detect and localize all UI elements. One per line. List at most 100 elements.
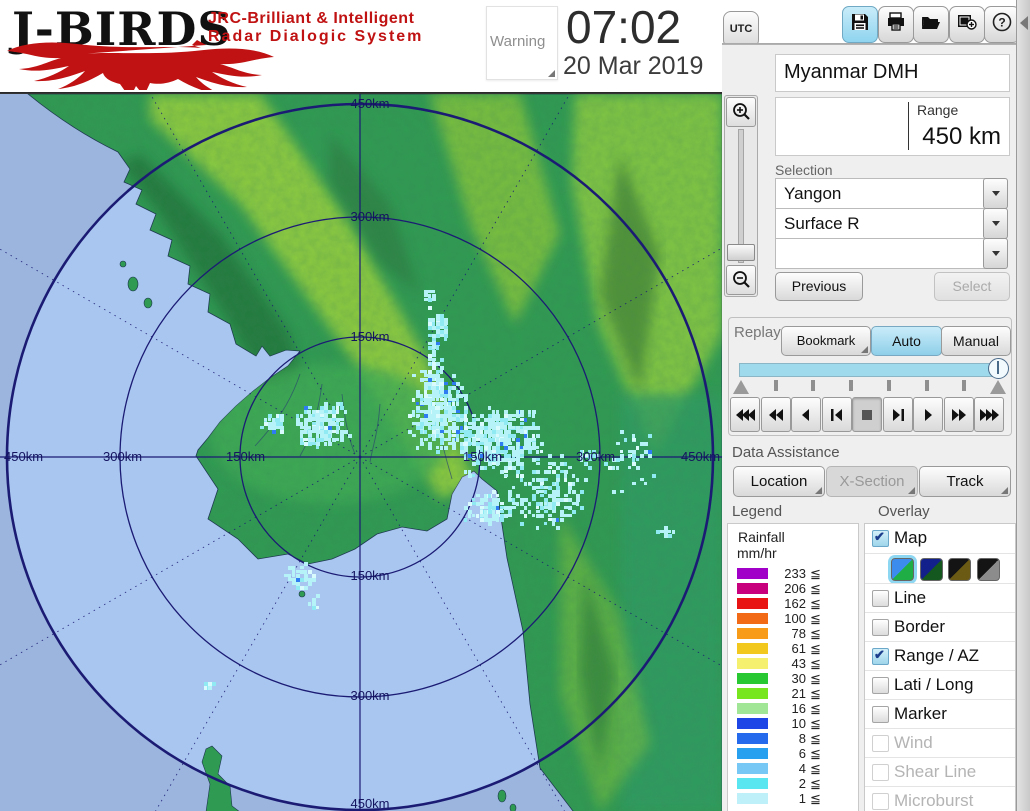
fast-rewind-button[interactable]	[730, 397, 760, 432]
play-forward-icon	[925, 408, 932, 421]
checkbox-line[interactable]	[872, 590, 889, 607]
legend-lte-symbol: ≦	[810, 626, 821, 641]
chevron-down-icon	[991, 191, 1000, 196]
overlay-item-label: Lati / Long	[894, 675, 974, 694]
legend-lte-symbol: ≦	[810, 746, 821, 761]
open-folder-button[interactable]	[913, 6, 950, 43]
fast-forward-icon	[951, 408, 966, 421]
station-name-box: Myanmar DMH	[775, 54, 1010, 92]
legend-row: 10 ≦	[728, 716, 858, 731]
save-button[interactable]	[842, 6, 878, 43]
legend-lte-symbol: ≦	[810, 776, 821, 791]
map-swatch-navy-darkgreen[interactable]	[919, 558, 943, 581]
zoom-in-button[interactable]	[726, 97, 756, 127]
map-swatch-black-grey[interactable]	[976, 558, 1000, 581]
selection-dropdown-2: Surface R	[775, 208, 1008, 239]
fast-forward-button[interactable]	[943, 397, 974, 432]
warning-panel[interactable]: Warning	[486, 6, 558, 80]
slider-end-marker[interactable]	[990, 380, 1006, 394]
range-box: Range 450 km	[775, 97, 1010, 156]
replay-slider-handle[interactable]	[988, 358, 1009, 379]
legend-color-swatch	[737, 793, 768, 804]
overlay-item-border: Border	[865, 612, 1015, 641]
zoom-slider-track[interactable]	[738, 129, 744, 263]
skip-to-end-button[interactable]	[882, 397, 913, 432]
checkbox-microburst[interactable]	[872, 793, 889, 810]
legend-lte-symbol: ≦	[810, 791, 821, 806]
zoom-out-button[interactable]	[726, 265, 756, 295]
x-section-button[interactable]: X-Section	[826, 466, 918, 497]
legend-row: 21 ≦	[728, 686, 858, 701]
overlay-item-map: Map	[865, 524, 1015, 552]
replay-slider-track[interactable]	[739, 363, 1000, 377]
legend-lte-symbol: ≦	[810, 686, 821, 701]
fastest-forward-button[interactable]	[974, 397, 1004, 432]
select-button[interactable]: Select	[934, 272, 1010, 301]
checkbox-map[interactable]	[872, 529, 889, 547]
legend-value: 21	[791, 686, 806, 701]
help-button[interactable]: ?	[984, 6, 1021, 43]
legend-color-swatch	[737, 778, 768, 789]
overlay-box: Map Line Border Range / AZ Lati / Long Marker…	[864, 523, 1016, 811]
dropdown-value-1[interactable]: Yangon	[775, 178, 993, 209]
ring-label-300-bottom: 300km	[350, 688, 389, 703]
map-swatch-blue-green[interactable]	[891, 558, 914, 581]
overlay-item-lati-long: Lati / Long	[865, 670, 1015, 699]
bookmark-button[interactable]: Bookmark	[781, 326, 871, 356]
panel-edge-strip[interactable]	[1016, 0, 1030, 811]
selection-label: Selection	[775, 162, 833, 178]
play-forward-button[interactable]	[913, 397, 943, 432]
zoom-slider-handle[interactable]	[727, 244, 755, 261]
replay-label: Replay	[734, 324, 781, 341]
legend-row: 100 ≦	[728, 611, 858, 626]
legend-quantity: Rainfall	[738, 529, 785, 545]
manual-button[interactable]: Manual	[941, 326, 1011, 356]
track-button[interactable]: Track	[919, 466, 1011, 497]
ring-label-150-top: 150km	[350, 329, 389, 344]
checkbox-wind[interactable]	[872, 735, 889, 752]
checkbox-marker[interactable]	[872, 706, 889, 723]
control-panel: Myanmar DMH Range 450 km Selection Yango…	[722, 44, 1016, 811]
dropdown-arrow-button-1[interactable]	[983, 178, 1008, 209]
legend-color-swatch	[737, 658, 768, 669]
play-backward-button[interactable]	[791, 397, 821, 432]
radar-map[interactable]: 450km 300km 150km 150km 300km 450km 450k…	[0, 0, 1030, 811]
slider-tick	[811, 380, 815, 391]
legend-lte-symbol: ≦	[810, 701, 821, 716]
auto-button[interactable]: Auto	[871, 326, 942, 356]
capture-button[interactable]	[948, 6, 985, 43]
checkbox-border[interactable]	[872, 619, 889, 636]
print-button[interactable]	[877, 6, 914, 43]
dropdown-value-3[interactable]	[775, 238, 993, 269]
print-icon	[885, 11, 907, 38]
dropdown-value-2[interactable]: Surface R	[775, 208, 993, 239]
dropdown-arrow-button-2[interactable]	[983, 208, 1008, 239]
legend-color-swatch	[737, 568, 768, 579]
rewind-button[interactable]	[760, 397, 791, 432]
legend-value: 78	[791, 626, 806, 641]
checkbox-lati-long[interactable]	[872, 677, 889, 694]
map-swatch-black-olive[interactable]	[948, 558, 971, 581]
legend-value: 2	[798, 776, 806, 791]
ring-label-300-top: 300km	[350, 209, 389, 224]
legend-value: 206	[784, 581, 806, 596]
stop-button[interactable]	[852, 397, 882, 432]
legend-color-swatch	[737, 718, 768, 729]
save-icon	[849, 11, 871, 38]
map-zoom-strip	[724, 95, 758, 297]
dropdown-arrow-button-3[interactable]	[983, 238, 1008, 269]
legend-value: 4	[798, 761, 806, 776]
legend-color-swatch	[737, 598, 768, 609]
legend-value: 61	[791, 641, 806, 656]
skip-to-start-button[interactable]	[821, 397, 852, 432]
checkbox-shear-line[interactable]	[872, 764, 889, 781]
collapse-arrow-icon[interactable]	[1020, 16, 1028, 30]
checkbox-range-az[interactable]	[872, 647, 889, 665]
overlay-item-label: Border	[894, 617, 946, 636]
location-button[interactable]: Location	[733, 466, 825, 497]
slider-start-marker[interactable]	[733, 380, 749, 394]
legend-box: Rainfall mm/hr 233 ≦ 206 ≦ 162 ≦ 100 ≦ 78 ≦ 61 ≦ 43 ≦…	[727, 523, 859, 811]
selection-dropdown-3	[775, 238, 1008, 269]
legend-row: 206 ≦	[728, 581, 858, 596]
previous-button[interactable]: Previous	[775, 272, 863, 301]
